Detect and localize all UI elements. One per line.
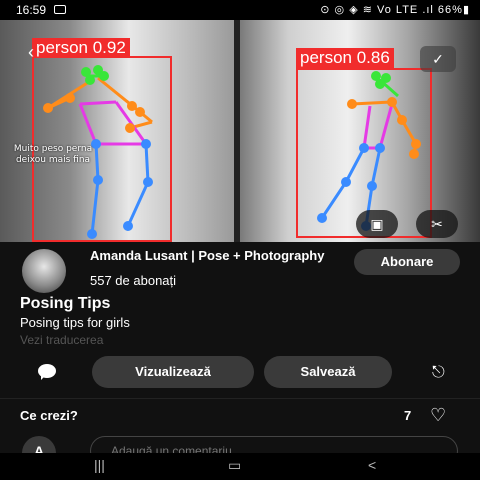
follower-count: 557 de abonați [90, 273, 177, 288]
scan-icon[interactable]: ▣ [356, 210, 398, 238]
heart-icon[interactable]: ♡ [430, 406, 446, 424]
status-time: 16:59 [16, 3, 47, 17]
scissors-icon[interactable]: ✂ [416, 210, 458, 238]
comments-prompt: Ce crezi? [20, 408, 78, 423]
status-bar: 16:59 ⊙ ◎ ◈ ≋ Vo LTE .ıl 66%▮ [0, 0, 480, 20]
pin-title: Posing Tips [20, 295, 111, 312]
share-icon[interactable]: ⎋ [432, 364, 452, 382]
subscribe-button[interactable]: Abonare [354, 249, 460, 275]
author-name[interactable]: Amanda Lusant | Pose + Photography [90, 249, 330, 262]
like-count: 7 [404, 408, 412, 423]
view-button[interactable]: Vizualizează [92, 356, 254, 388]
recents-icon[interactable]: ||| [94, 457, 105, 473]
divider [0, 398, 480, 399]
image-caption: Muito peso perna deixou mais fina [13, 144, 93, 165]
avatar[interactable] [22, 249, 66, 293]
detection-label-right: person 0.86 [296, 48, 394, 68]
back-icon[interactable]: < [368, 457, 376, 473]
status-icons: ⊙ ◎ ◈ ≋ Vo LTE .ıl 66%▮ [320, 4, 470, 16]
home-icon[interactable]: ▭ [228, 457, 241, 474]
translate-link[interactable]: Vezi traducerea [20, 333, 103, 347]
chevron-left-icon[interactable]: ‹ [28, 42, 48, 62]
comment-icon[interactable] [38, 364, 56, 380]
check-icon[interactable]: ✓ [420, 46, 456, 72]
gallery-icon [54, 5, 66, 14]
pin-description: Posing tips for girls [20, 315, 130, 330]
pin-image[interactable]: person 0.92 person 0.86 Muito peso perna… [0, 20, 480, 242]
pin-details: Amanda Lusant | Pose + Photography 557 d… [0, 242, 480, 470]
save-button[interactable]: Salvează [264, 356, 392, 388]
system-nav-bar: ||| ▭ < [0, 453, 480, 480]
